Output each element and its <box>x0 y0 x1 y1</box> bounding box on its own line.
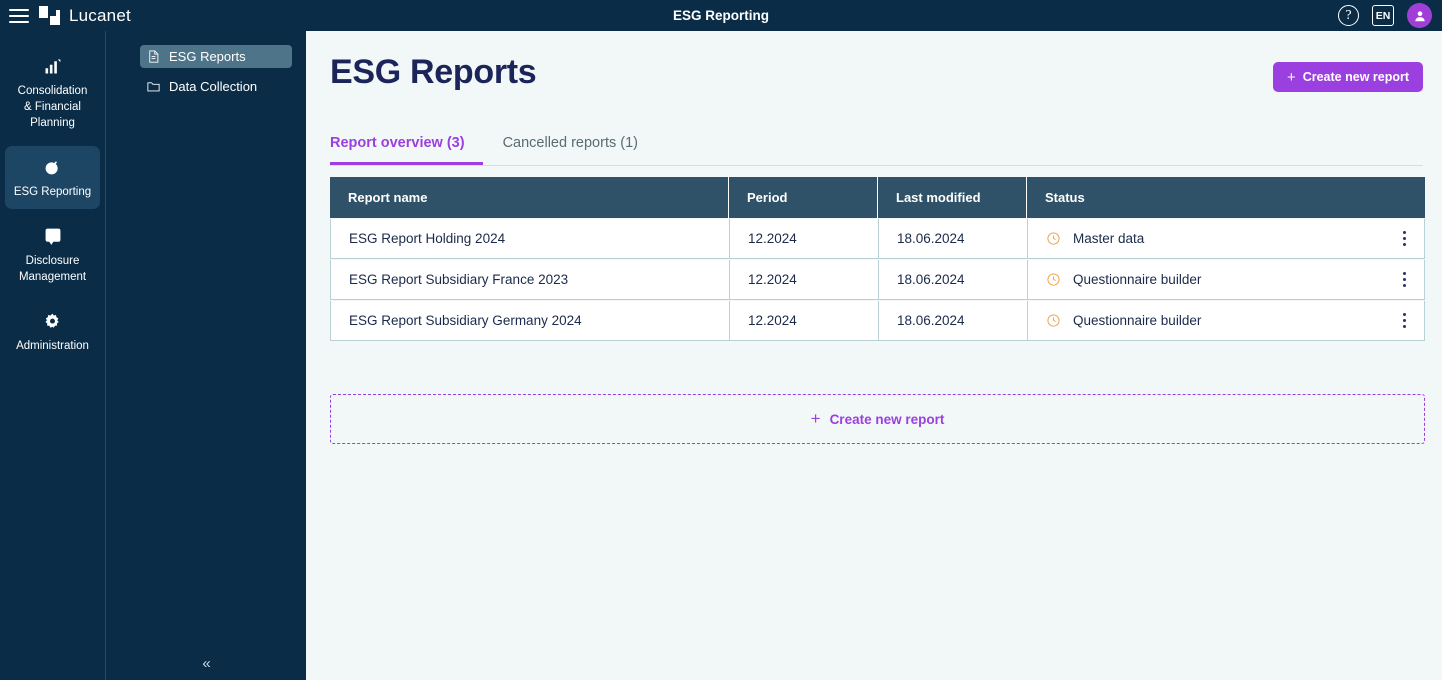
column-header-report-name: Report name <box>330 177 729 218</box>
status-label: Questionnaire builder <box>1073 313 1202 328</box>
table-row[interactable]: ESG Report Subsidiary France 2023 12.202… <box>330 260 1425 300</box>
cell-period: 12.2024 <box>730 260 879 299</box>
cell-status: Master data <box>1028 219 1424 258</box>
tab-report-overview[interactable]: Report overview (3) <box>330 135 483 165</box>
cell-report-name: ESG Report Holding 2024 <box>331 219 730 258</box>
cell-period: 12.2024 <box>730 301 879 340</box>
table-row[interactable]: ESG Report Holding 2024 12.2024 18.06.20… <box>330 219 1425 259</box>
file-icon <box>149 50 159 63</box>
status-label: Questionnaire builder <box>1073 272 1202 287</box>
kebab-menu-icon[interactable] <box>1399 309 1410 332</box>
tree-item-esg-reports[interactable]: ESG Reports <box>140 45 292 68</box>
table-row[interactable]: ESG Report Subsidiary Germany 2024 12.20… <box>330 301 1425 341</box>
sidebar-item-disclosure-management[interactable]: Disclosure Management <box>5 215 100 294</box>
tree-item-label: ESG Reports <box>169 49 246 64</box>
cell-last-modified: 18.06.2024 <box>879 219 1028 258</box>
clock-icon <box>1047 273 1060 286</box>
create-new-report-button[interactable]: + Create new report <box>1272 62 1423 92</box>
cell-report-name: ESG Report Subsidiary Germany 2024 <box>331 301 730 340</box>
collapse-panel-icon[interactable]: « <box>106 655 307 672</box>
lucanet-logo-icon <box>39 6 60 25</box>
sidebar-item-label: Disclosure Management <box>18 255 87 283</box>
create-new-report-dropzone-label: Create new report <box>829 411 945 427</box>
document-star-icon <box>9 225 96 247</box>
column-header-status: Status <box>1045 190 1085 205</box>
sidebar-item-label: ESG Reporting <box>13 186 92 198</box>
create-new-report-dropzone[interactable]: + Create new report <box>330 394 1425 444</box>
cell-status: Questionnaire builder <box>1028 301 1424 340</box>
tree-panel: ESG Reports Data Collection « <box>105 31 306 680</box>
user-avatar-icon <box>1414 10 1425 21</box>
tree-item-data-collection[interactable]: Data Collection <box>140 75 292 98</box>
leaf-check-icon <box>9 156 96 178</box>
tab-cancelled-reports[interactable]: Cancelled reports (1) <box>503 135 656 165</box>
sidebar-item-esg-reporting[interactable]: ESG Reporting <box>5 146 100 209</box>
reports-table: Report name Period Last modified Status … <box>330 177 1425 341</box>
column-header-last-modified: Last modified <box>878 177 1027 218</box>
cell-report-name: ESG Report Subsidiary France 2023 <box>331 260 730 299</box>
create-new-report-label: Create new report <box>1302 70 1409 84</box>
plus-icon: + <box>810 409 821 428</box>
clock-icon <box>1047 232 1060 245</box>
gear-icon <box>9 310 96 332</box>
brand-name: Lucanet <box>69 5 131 25</box>
cell-period: 12.2024 <box>730 219 879 258</box>
column-header-period: Period <box>729 177 878 218</box>
folder-icon <box>147 82 160 92</box>
cell-last-modified: 18.06.2024 <box>879 301 1028 340</box>
page-title: ESG Reports <box>330 53 537 91</box>
brand-logo[interactable]: Lucanet <box>39 6 131 26</box>
bar-chart-icon <box>9 55 96 77</box>
hamburger-icon[interactable] <box>9 8 29 23</box>
tree-item-label: Data Collection <box>169 79 258 94</box>
kebab-menu-icon[interactable] <box>1399 268 1410 291</box>
plus-icon: + <box>1286 68 1296 86</box>
tab-bar: Report overview (3) Cancelled reports (1… <box>330 135 1423 166</box>
sidebar-nav-rail: Consolidation & Financial Planning ESG Rep… <box>0 31 105 680</box>
top-bar-actions: ? EN <box>1338 0 1432 31</box>
sidebar-item-consolidation[interactable]: Consolidation & Financial Planning <box>5 45 100 140</box>
help-icon[interactable]: ? <box>1338 5 1359 26</box>
avatar[interactable] <box>1407 3 1432 28</box>
kebab-menu-icon[interactable] <box>1399 227 1410 250</box>
clock-icon <box>1047 314 1060 327</box>
cell-last-modified: 18.06.2024 <box>879 260 1028 299</box>
cell-status: Questionnaire builder <box>1028 260 1424 299</box>
status-label: Master data <box>1073 231 1145 246</box>
top-bar: Lucanet ESG Reporting ? EN <box>0 0 1442 31</box>
app-title: ESG Reporting <box>672 8 769 23</box>
language-selector[interactable]: EN <box>1372 5 1394 26</box>
sidebar-item-label: Administration <box>16 340 89 352</box>
main-content: ESG Reports + Create new report Report o… <box>306 31 1442 680</box>
sidebar-item-administration[interactable]: Administration <box>5 300 100 363</box>
sidebar-item-label: Consolidation & Financial Planning <box>17 85 88 129</box>
table-header-row: Report name Period Last modified Status <box>330 177 1425 218</box>
